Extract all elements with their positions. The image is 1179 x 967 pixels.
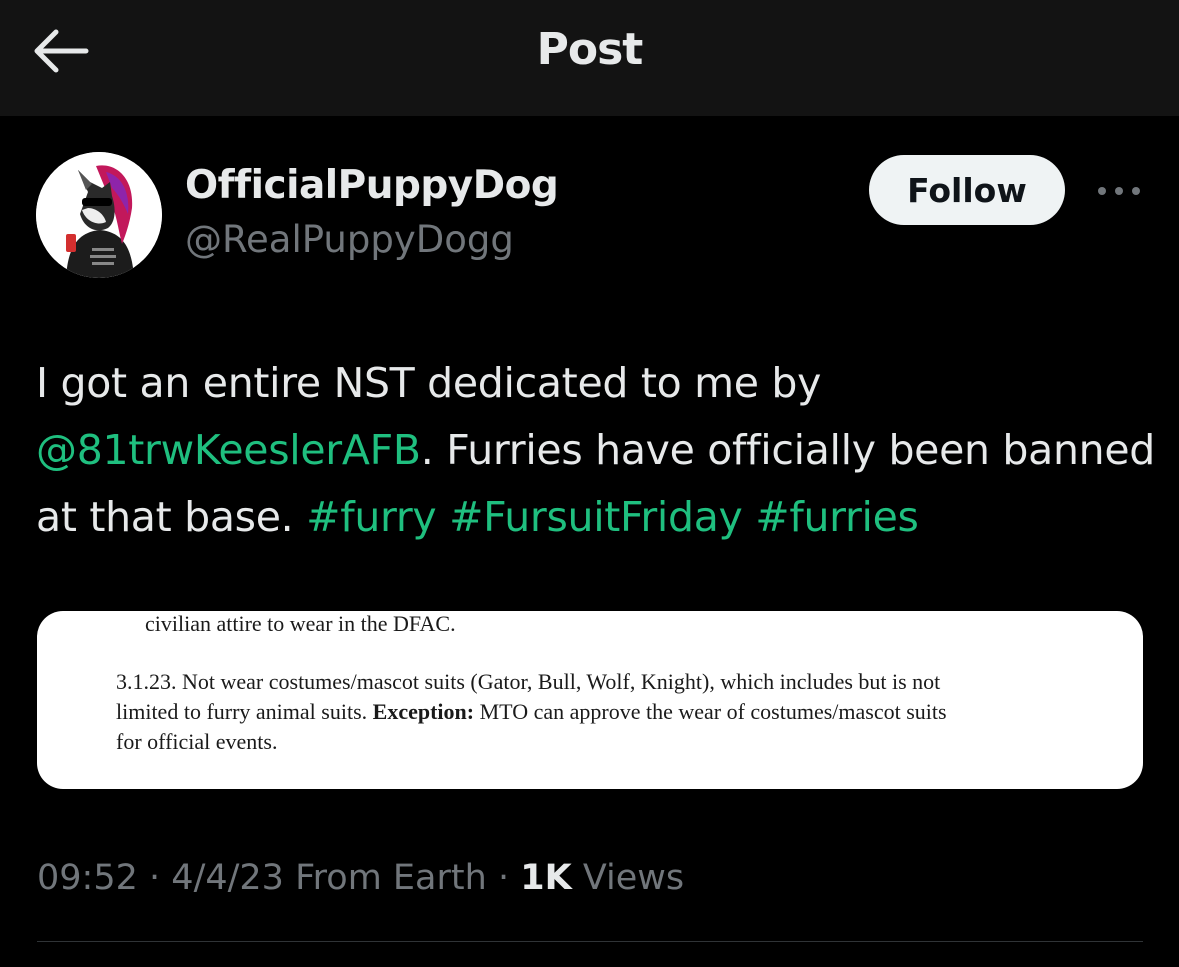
views-label[interactable]: Views: [583, 858, 684, 898]
document-bold-text: Exception:: [372, 699, 475, 724]
document-text: limited to furry animal suits.: [116, 699, 373, 724]
post-metadata: 09:52 · 4/4/23 From Earth · 1K Views: [37, 858, 684, 898]
views-count[interactable]: 1K: [520, 858, 571, 898]
hashtag-link[interactable]: #FursuitFriday: [449, 493, 743, 541]
hashtag-link[interactable]: #furries: [755, 493, 919, 541]
follow-button[interactable]: Follow: [869, 155, 1065, 225]
divider: [37, 941, 1143, 942]
author-display-name[interactable]: OfficialPuppyDog: [185, 163, 559, 208]
post-text-part: I got an entire NST dedicated to me by: [36, 359, 822, 407]
more-options-button[interactable]: [1093, 176, 1145, 206]
hashtag-link[interactable]: #furry: [306, 493, 437, 541]
document-text: MTO can approve the wear of costumes/mas…: [474, 699, 947, 724]
separator: ·: [497, 858, 510, 898]
post-text: I got an entire NST dedicated to me by @…: [36, 350, 1156, 551]
page-title: Post: [536, 24, 644, 75]
top-bar: Post: [0, 0, 1179, 116]
document-line: limited to furry animal suits. Exception…: [116, 699, 947, 725]
mention-link[interactable]: @81trwKeeslerAFB: [36, 426, 421, 474]
document-line: civilian attire to wear in the DFAC.: [145, 611, 456, 636]
post-date[interactable]: 4/4/23: [171, 858, 284, 898]
author-handle[interactable]: @RealPuppyDogg: [185, 218, 514, 261]
document-line: 3.1.23. Not wear costumes/mascot suits (…: [116, 669, 941, 694]
more-options-icon: [1098, 187, 1140, 195]
separator: ·: [149, 858, 161, 898]
post-time[interactable]: 09:52: [37, 858, 138, 898]
document-line: for official events.: [116, 729, 278, 754]
attached-image[interactable]: civilian attire to wear in the DFAC. 3.1…: [37, 611, 1143, 789]
avatar-image: [36, 152, 162, 278]
post-source: From Earth: [295, 858, 487, 898]
avatar[interactable]: [36, 152, 162, 278]
